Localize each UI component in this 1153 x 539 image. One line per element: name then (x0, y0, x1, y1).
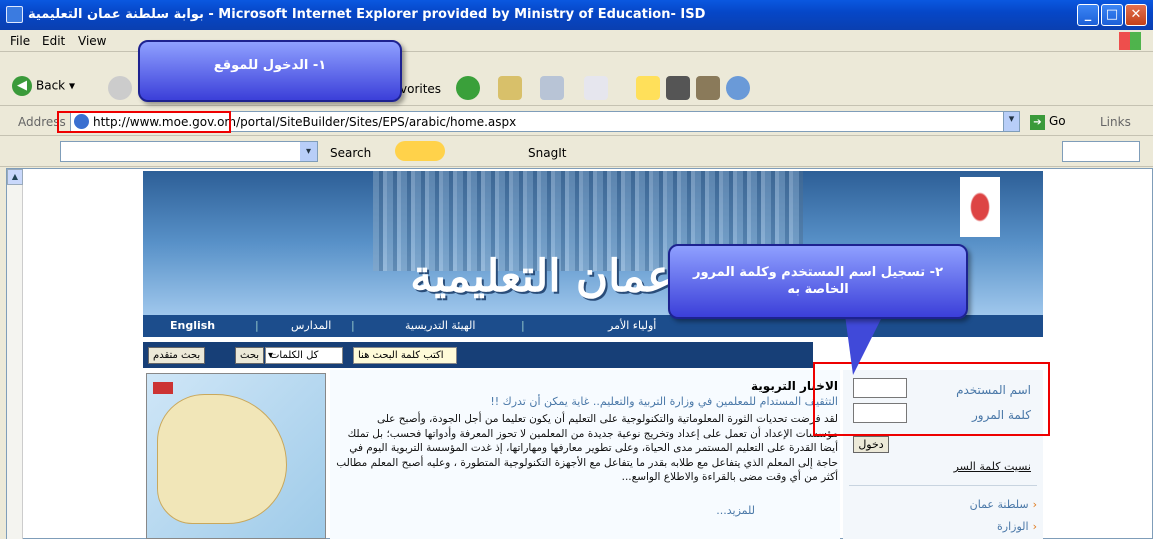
window-title: بوابة سلطنة عمان التعليمية - Microsoft I… (28, 7, 706, 22)
links-label[interactable]: Links (1100, 115, 1131, 129)
news-subtitle-link[interactable]: التثقيف المستدام للمعلمين في وزارة الترب… (490, 395, 838, 408)
address-dropdown-icon[interactable]: ▾ (1003, 111, 1020, 132)
back-button[interactable]: ◀ Back ▾ (12, 76, 75, 96)
highlight-box-url (57, 111, 231, 133)
edit-icon[interactable] (584, 76, 608, 100)
side-link-ministry-label: الوزارة (997, 520, 1029, 533)
ie-app-icon[interactable] (6, 6, 23, 23)
side-link-ministry[interactable]: ‹الوزارة (997, 520, 1037, 533)
print-icon[interactable] (540, 76, 564, 100)
news-more-link[interactable]: للمزيد... (716, 504, 755, 517)
scroll-up-icon[interactable]: ▲ (7, 169, 23, 185)
toolbar-search-combo[interactable]: ▾ (60, 141, 318, 162)
callout-step-1: ١- الدخول للموقع (138, 40, 402, 102)
map-legend-red (153, 382, 173, 394)
nav-english[interactable]: English (170, 319, 215, 332)
favorites-label[interactable]: vorites (400, 82, 441, 96)
nav-schools[interactable]: المدارس (291, 319, 331, 332)
vertical-scrollbar[interactable]: ▲ (7, 169, 23, 539)
search-mode-label: كل الكلمات (270, 350, 319, 361)
yahoo-icon[interactable] (395, 141, 445, 161)
search-button[interactable]: Search (330, 146, 371, 160)
news-body: لقد فرضت تحديات الثورة المعلوماتية والتك… (336, 413, 838, 483)
archive-icon[interactable] (696, 76, 720, 100)
oman-emblem-icon (960, 177, 1000, 237)
callout-tail (845, 315, 883, 375)
callout-step-2: ٢- تسجيل اسم المستخدم وكلمة المرور الخاص… (668, 244, 968, 319)
side-link-oman[interactable]: ‹سلطنة عمان (970, 498, 1037, 511)
k-icon[interactable] (666, 76, 690, 100)
close-button[interactable]: ✕ (1125, 4, 1147, 26)
menu-view[interactable]: View (78, 34, 106, 48)
search-toolbar: ▾ Search SnagIt (0, 137, 1153, 167)
mail-icon[interactable] (498, 76, 522, 100)
nav-parents[interactable]: أولياء الأمر (608, 319, 656, 332)
site-search-input[interactable]: اكتب كلمة البحث هنا (353, 347, 457, 364)
maximize-button[interactable]: □ (1101, 4, 1123, 26)
forgot-password-link[interactable]: نسيت كلمة السر (954, 460, 1031, 473)
map-land (157, 394, 287, 524)
nav-staff[interactable]: الهيئة التدريسية (405, 319, 475, 332)
back-arrow-icon: ◀ (12, 76, 32, 96)
menu-edit[interactable]: Edit (42, 34, 65, 48)
toolbar-input-right[interactable] (1062, 141, 1140, 162)
oman-map-image[interactable] (146, 373, 326, 539)
history-icon[interactable] (456, 76, 480, 100)
chevron-left-icon: ‹ (1032, 498, 1037, 511)
note-icon[interactable] (636, 76, 660, 100)
news-section: الاخبار التربوية التثقيف المستدام للمعلم… (330, 370, 840, 539)
site-search-row: بحث متقدم بحث كل الكلمات ▾ اكتب كلمة البح… (143, 342, 813, 368)
combo-dropdown-icon[interactable]: ▾ (300, 142, 317, 161)
side-link-oman-label: سلطنة عمان (969, 498, 1029, 511)
go-button[interactable]: ➔ Go (1030, 114, 1066, 130)
forward-icon[interactable] (108, 76, 132, 100)
search-mode-dropdown-icon: ▾ (268, 350, 274, 361)
advanced-search-button[interactable]: بحث متقدم (148, 347, 206, 364)
go-label: Go (1049, 114, 1066, 128)
chevron-left-icon: ‹ (1032, 520, 1037, 533)
title-bar: بوابة سلطنة عمان التعليمية - Microsoft I… (0, 0, 1153, 30)
go-arrow-icon: ➔ (1030, 115, 1045, 130)
search-button-site[interactable]: بحث (235, 347, 265, 364)
snagit-button[interactable]: SnagIt (528, 146, 566, 160)
menu-file[interactable]: File (10, 34, 30, 48)
minimize-button[interactable]: _ (1077, 4, 1099, 26)
windows-logo-icon (1119, 32, 1141, 50)
search-mode-select[interactable]: كل الكلمات ▾ (265, 347, 343, 364)
back-label: Back (36, 78, 66, 93)
login-button[interactable]: دخول (853, 436, 889, 453)
messenger-icon[interactable] (726, 76, 750, 100)
